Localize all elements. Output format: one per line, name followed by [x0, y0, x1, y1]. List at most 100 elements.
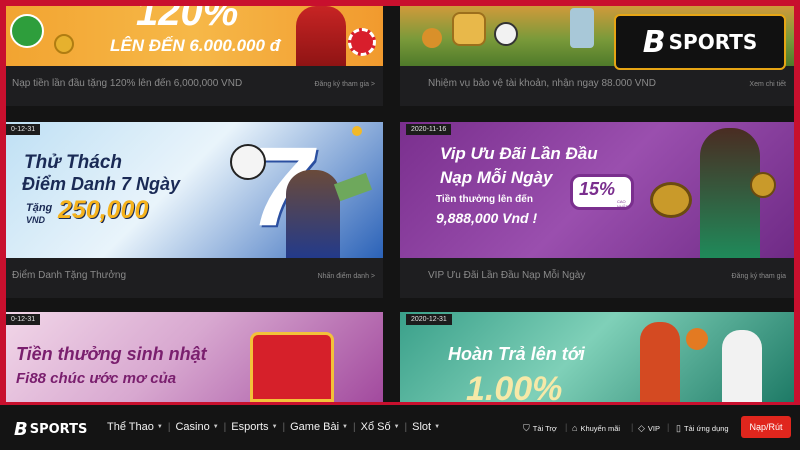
- diamond-icon: ◇: [638, 423, 645, 433]
- caret-down-icon: ▼: [342, 424, 348, 430]
- woman-figure: [296, 6, 346, 66]
- promo-date: 2020-11-16: [406, 124, 452, 135]
- nav-separator: |: [353, 421, 356, 433]
- banner-percent: 1.00%: [466, 370, 563, 402]
- nav-util-label: Khuyến mãi: [580, 423, 621, 433]
- banner-subline: Tiền thưởng lên đến: [436, 194, 533, 205]
- promo-date: 2020-12-31: [406, 314, 452, 325]
- caret-down-icon: ▼: [434, 424, 441, 430]
- promo-title: VIP Ưu Đãi Lần Đầu Nạp Mỗi Ngày: [428, 270, 586, 281]
- nav-logo[interactable]: B SPORTS: [14, 419, 87, 440]
- nav-item-label: Casino: [175, 421, 210, 433]
- promo-details-link[interactable]: Xem chi tiết: [749, 81, 786, 88]
- banner-amount: LÊN ĐẾN 6.000.000 đ: [110, 36, 281, 55]
- red-envelope-icon: [250, 332, 334, 402]
- promo-caption: Nhiệm vụ bảo vệ tài khoản, nhận ngay 88.…: [400, 66, 794, 106]
- promotions-page: 120% LÊN ĐẾN 6.000.000 đ Nạp tiền lần đầ…: [0, 0, 800, 450]
- tag-icon: ⌂: [572, 423, 578, 433]
- money-icon: [333, 172, 373, 202]
- coin-icon: [54, 34, 74, 54]
- promo-banner[interactable]: 2020-12-31 Hoàn Trả lên tới 1.00%: [400, 312, 794, 402]
- nav-item-sports[interactable]: Thể Thao ▼: [107, 421, 163, 433]
- nav-util-promotions[interactable]: ⌂ Khuyến mãi: [572, 423, 620, 433]
- nav-item-label: Esports: [231, 421, 269, 433]
- nav-separator: |: [667, 422, 670, 432]
- soccer-ball-icon: [494, 22, 518, 46]
- soccer-ball-icon: [10, 14, 44, 48]
- nav-util-label: Tài Trợ: [532, 424, 557, 433]
- coin-icon: [352, 126, 362, 136]
- promo-title: Điểm Danh Tặng Thưởng: [12, 270, 127, 281]
- nav-util-download-app[interactable]: ▯ Tải ứng dụng: [676, 423, 729, 434]
- banner-headline-1: Hoàn Trả lên tới: [448, 344, 585, 364]
- promo-title: Nhiệm vụ bảo vệ tài khoản, nhận ngay 88.…: [428, 78, 656, 89]
- nav-item-lottery[interactable]: Xổ Số ▼: [361, 421, 400, 433]
- nav-item-card-games[interactable]: Game Bài ▼: [290, 421, 348, 433]
- promo-register-link[interactable]: Đăng ký tham gia >: [314, 81, 375, 88]
- promo-card-first-deposit[interactable]: 120% LÊN ĐẾN 6.000.000 đ Nạp tiền lần đầ…: [6, 6, 383, 106]
- nav-util-label: Tải ứng dụng: [683, 424, 729, 433]
- percent-caption: CAO NHẤT: [617, 199, 628, 209]
- promo-card-vip-deposit[interactable]: 2020-11-16 Vip Ưu Đãi Lần Đầu Nạp Mỗi Ng…: [400, 122, 794, 298]
- brand-logo-badge: B SPORTS: [614, 14, 786, 70]
- nav-separator: |: [223, 421, 227, 433]
- basketball-icon: [686, 328, 708, 350]
- chip-icon: [348, 28, 376, 56]
- nav-logo-mark: B: [14, 419, 28, 440]
- promo-banner[interactable]: 0-12-31 Tiền thưởng sinh nhật Fi88 chúc …: [6, 312, 383, 402]
- banner-tang: Tặng: [26, 202, 53, 214]
- nav-menu: Thể Thao ▼ | Casino ▼ | Esports ▼ | Game Bà…: [107, 421, 440, 433]
- ball-icon: [422, 28, 442, 48]
- caret-down-icon: ▼: [212, 424, 219, 430]
- nav-item-label: Thể Thao: [107, 421, 154, 433]
- percent-badge: 15% CAO NHẤT: [570, 174, 634, 210]
- sponsor-icon: ⛉: [523, 423, 530, 433]
- nav-item-casino[interactable]: Casino ▼: [175, 421, 218, 433]
- nav-item-slot[interactable]: Slot ▼: [412, 421, 440, 433]
- caret-down-icon: ▼: [271, 424, 278, 430]
- promo-checkin-link[interactable]: Nhấn điểm danh >: [318, 273, 375, 280]
- banner-headline-2: Điểm Danh 7 Ngày: [22, 174, 181, 194]
- deposit-withdraw-button[interactable]: Nạp/Rút: [741, 416, 791, 438]
- promo-banner[interactable]: 0-12-31 Thử Thách Điểm Danh 7 Ngày Tặng …: [6, 122, 383, 258]
- promo-date: 0-12-31: [6, 314, 41, 325]
- nav-separator: |: [404, 421, 408, 433]
- player-figure: [640, 322, 680, 402]
- chip-icon: [750, 172, 776, 198]
- chip-stack-icon: [650, 182, 692, 218]
- nav-util-vip[interactable]: ◇ VIP: [638, 423, 660, 434]
- promo-title: Nạp tiền lần đầu tặng 120% lên đến 6,000…: [12, 78, 243, 89]
- woman-figure: [286, 170, 340, 258]
- promo-caption: Điểm Danh Tặng Thưởng Nhấn điểm danh >: [6, 258, 383, 298]
- promo-card-birthday[interactable]: 0-12-31 Tiền thưởng sinh nhật Fi88 chúc …: [6, 312, 383, 402]
- promo-banner[interactable]: 2020-11-16 Vip Ưu Đãi Lần Đầu Nạp Mỗi Ng…: [400, 122, 794, 258]
- promo-card-checkin[interactable]: 0-12-31 Thử Thách Điểm Danh 7 Ngày Tặng …: [6, 122, 383, 298]
- promo-banner[interactable]: 120% LÊN ĐẾN 6.000.000 đ: [6, 6, 383, 66]
- promo-caption: Nạp tiền lần đầu tặng 120% lên đến 6,000…: [6, 66, 383, 106]
- nav-util-sponsor[interactable]: ⛉ Tài Trợ: [523, 423, 557, 434]
- soccer-ball-icon: [230, 144, 266, 180]
- player-figure: [722, 330, 762, 402]
- promo-card-cashback[interactable]: 2020-12-31 Hoàn Trả lên tới 1.00%: [400, 312, 794, 402]
- phone-icon: ▯: [676, 423, 681, 433]
- banner-headline-2: Nạp Mỗi Ngày: [440, 168, 553, 187]
- nav-item-label: Game Bài: [290, 421, 340, 433]
- nav-separator: |: [167, 421, 171, 433]
- banner-amount: 9,888,000 Vnd !: [436, 210, 538, 226]
- nav-item-label: Slot: [412, 421, 432, 433]
- woman-figure: [700, 128, 760, 258]
- nav-separator: |: [631, 422, 634, 432]
- caret-down-icon: ▼: [156, 424, 163, 430]
- banner-headline-2: Fi88 chúc ước mơ của: [16, 370, 177, 387]
- nav-item-esports[interactable]: Esports ▼: [231, 421, 277, 433]
- caret-down-icon: ▼: [393, 424, 400, 430]
- brand-logo-text: SPORTS: [668, 30, 758, 54]
- promo-register-link[interactable]: Đăng ký tham gia: [732, 273, 786, 280]
- banner-headline-1: Thử Thách: [24, 152, 123, 173]
- banner-headline-1: Vip Ưu Đãi Lần Đầu: [440, 144, 598, 163]
- trophy-icon: [570, 8, 594, 48]
- promo-date: 0-12-31: [6, 124, 41, 135]
- banner-amount: 250,000: [58, 196, 149, 224]
- nav-separator: |: [565, 422, 568, 432]
- banner-headline-1: Tiền thưởng sinh nhật: [16, 344, 207, 364]
